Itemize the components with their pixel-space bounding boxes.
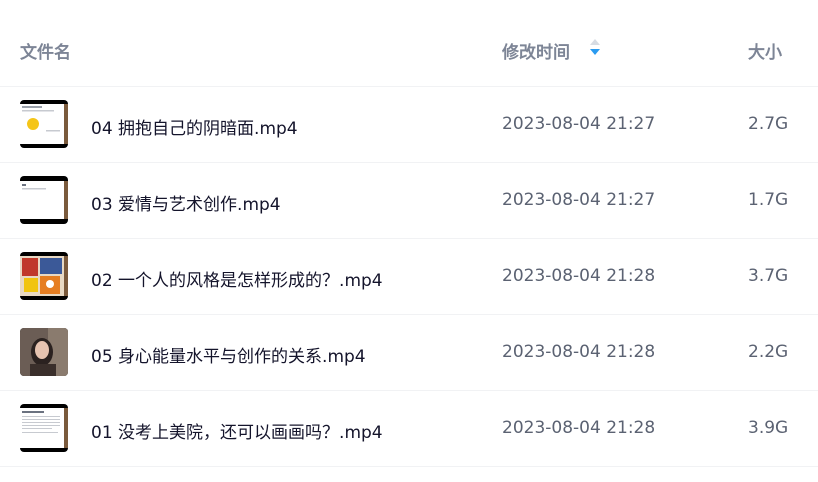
column-header-name[interactable]: 文件名 [20,38,71,63]
file-name[interactable]: 03 爱情与艺术创作.mp4 [91,190,281,215]
video-thumbnail[interactable] [20,252,68,300]
modified-time: 2023-08-04 21:27 [502,114,656,134]
modified-time: 2023-08-04 21:28 [502,342,656,362]
file-size: 3.7G [748,266,789,286]
column-header-modified-time[interactable]: 修改时间 [502,38,570,63]
file-row[interactable]: 05 身心能量水平与创作的关系.mp4 2023-08-04 21:28 2.2… [0,314,818,391]
modified-time: 2023-08-04 21:28 [502,418,656,438]
modified-time: 2023-08-04 21:28 [502,266,656,286]
sort-icon[interactable] [589,38,601,56]
video-thumbnail[interactable] [20,328,68,376]
file-row[interactable]: 02 一个人的风格是怎样形成的？.mp4 2023-08-04 21:28 3.… [0,238,818,315]
table-header: 文件名 修改时间 大小 [0,0,818,87]
file-name[interactable]: 04 拥抱自己的阴暗面.mp4 [91,114,298,139]
file-size: 3.9G [748,418,789,438]
video-thumbnail[interactable] [20,404,68,452]
file-name[interactable]: 05 身心能量水平与创作的关系.mp4 [91,342,366,367]
modified-time: 2023-08-04 21:27 [502,190,656,210]
file-size: 2.7G [748,114,789,134]
file-name[interactable]: 02 一个人的风格是怎样形成的？.mp4 [91,266,383,291]
file-row[interactable]: 01 没考上美院，还可以画画吗？.mp4 2023-08-04 21:28 3.… [0,390,818,467]
file-name[interactable]: 01 没考上美院，还可以画画吗？.mp4 [91,418,383,443]
file-row[interactable]: 03 爱情与艺术创作.mp4 2023-08-04 21:27 1.7G [0,162,818,239]
file-size: 2.2G [748,342,789,362]
video-thumbnail[interactable] [20,176,68,224]
column-header-size[interactable]: 大小 [748,38,782,63]
file-size: 1.7G [748,190,789,210]
video-thumbnail[interactable] [20,100,68,148]
file-row[interactable]: 04 拥抱自己的阴暗面.mp4 2023-08-04 21:27 2.7G [0,86,818,163]
